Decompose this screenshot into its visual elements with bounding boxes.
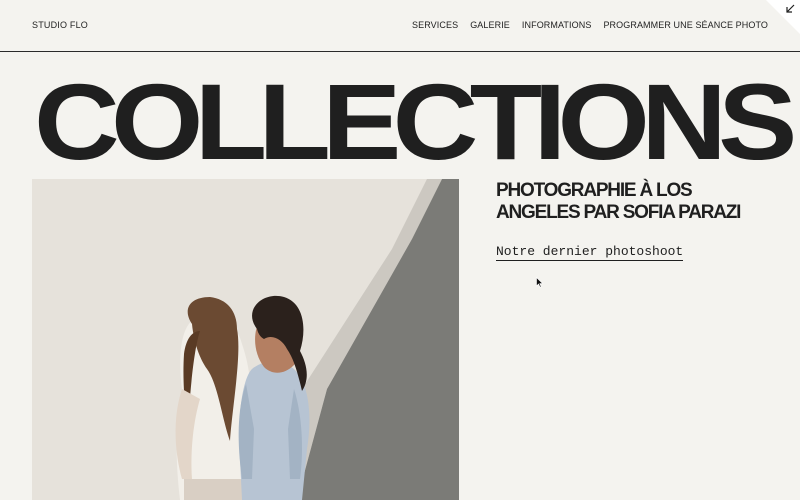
photo-two-women-back-to-back [32,179,459,500]
nav-link-book-session[interactable]: PROGRAMMER UNE SÉANCE PHOTO [603,20,768,30]
hero-title-block: COLLECTIONS [34,68,797,176]
mouse-pointer-icon [536,277,544,288]
brand-logo-link[interactable]: STUDIO FLO [32,20,88,30]
nav-link-galerie[interactable]: GALERIE [470,20,510,30]
headline-line-1: PHOTOGRAPHIE À LOS [496,180,693,201]
nav-link-services[interactable]: SERVICES [412,20,458,30]
arrow-down-left-icon [786,4,795,13]
headline-line-2: ANGELES PAR SOFIA PARAZI [496,202,741,223]
page-title: COLLECTIONS [34,61,797,182]
page-corner-fold[interactable] [766,0,800,34]
feature-headline: PHOTOGRAPHIE À LOS ANGELES PAR SOFIA PAR… [496,180,776,224]
top-navigation-bar: STUDIO FLO SERVICES GALERIE INFORMATIONS… [0,0,800,52]
latest-photoshoot-link[interactable]: Notre dernier photoshoot [496,244,684,261]
main-nav: SERVICES GALERIE INFORMATIONS PROGRAMMER… [412,20,768,30]
feature-photo[interactable] [32,179,459,500]
nav-link-informations[interactable]: INFORMATIONS [522,20,592,30]
